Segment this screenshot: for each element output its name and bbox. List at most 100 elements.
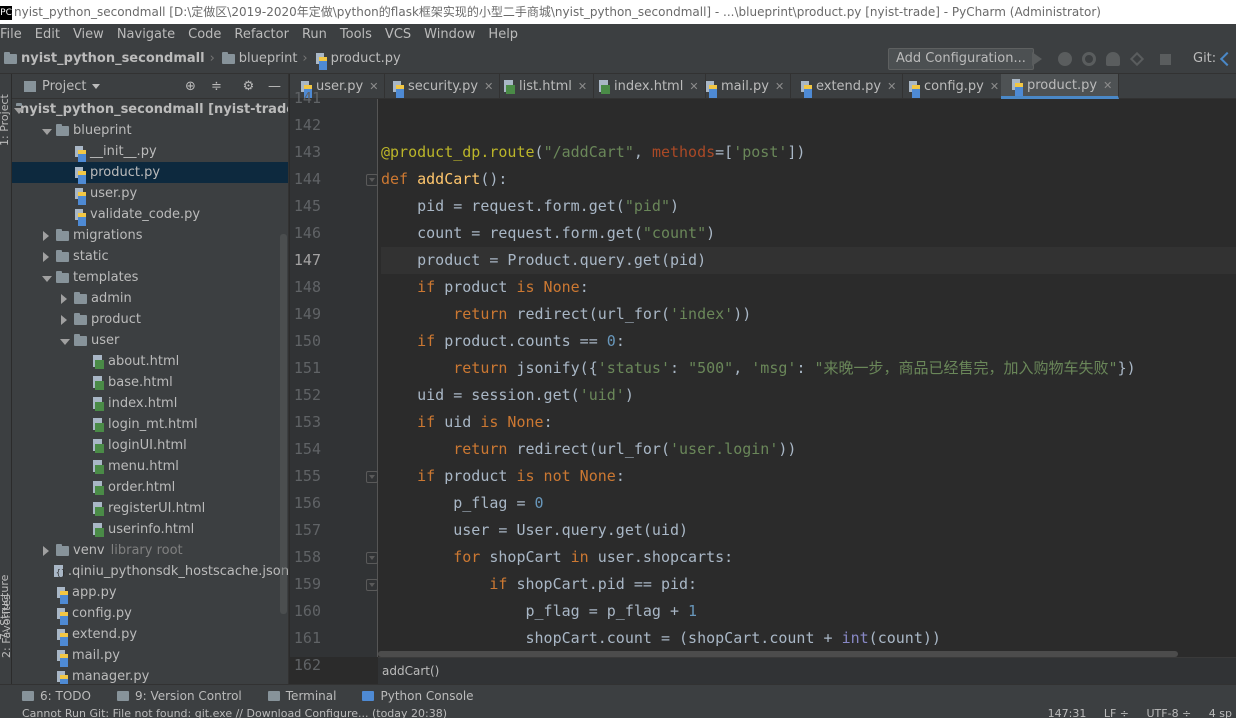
chevron-right-icon[interactable] [40, 545, 52, 557]
close-icon[interactable]: ✕ [887, 80, 896, 93]
tree-item[interactable]: blueprint [12, 120, 288, 141]
chevron-down-icon[interactable] [40, 125, 52, 137]
status-right: 147:31 LF ÷ UTF-8 ÷ 4 sp [1034, 706, 1232, 718]
fold-marker-icon[interactable] [366, 471, 378, 483]
tree-item[interactable]: registerUI.html [12, 498, 288, 519]
chevron-right-icon[interactable] [58, 293, 70, 305]
hide-panel-icon[interactable]: — [268, 80, 281, 93]
python-file-icon [56, 628, 68, 646]
debug-icon[interactable] [1058, 52, 1072, 66]
tree-item[interactable]: menu.html [12, 456, 288, 477]
git-update-icon[interactable] [1219, 51, 1235, 67]
nav-crumb-project[interactable]: nyist_python_secondmall [4, 51, 205, 66]
profile-icon[interactable] [1106, 52, 1120, 66]
tree-item[interactable]: nyist_python_secondmall [nyist-trade]D [12, 99, 288, 120]
close-icon[interactable]: ✕ [369, 80, 378, 93]
file-encoding[interactable]: UTF-8 ÷ [1147, 707, 1192, 718]
menu-vcs[interactable]: VCS [378, 27, 417, 42]
tree-item[interactable]: order.html [12, 477, 288, 498]
close-icon[interactable]: ✕ [775, 80, 784, 93]
tree-item[interactable]: templates [12, 267, 288, 288]
editor-tab[interactable]: security.py ✕ [382, 74, 501, 99]
tree-item[interactable]: product [12, 309, 288, 330]
add-configuration-button[interactable]: Add Configuration... [888, 48, 1034, 70]
tree-item[interactable]: app.py [12, 582, 288, 604]
tree-item[interactable]: extend.py [12, 624, 288, 646]
tree-item[interactable]: config.py [12, 603, 288, 625]
fold-marker-icon[interactable] [366, 552, 378, 564]
editor-tab[interactable]: extend.py ✕ [790, 74, 904, 99]
breadcrumb-function[interactable]: addCart() [382, 664, 439, 678]
gear-icon[interactable]: ⚙ [242, 80, 255, 93]
editor-tab[interactable]: mail.py ✕ [695, 74, 792, 99]
stop-icon[interactable] [1160, 54, 1171, 65]
nav-crumb-file[interactable]: product.py [315, 51, 401, 70]
project-title[interactable]: Project [42, 79, 86, 94]
project-tool-tab[interactable]: 1: Project [0, 94, 11, 146]
tree-item[interactable]: admin [12, 288, 288, 309]
chevron-down-icon[interactable] [92, 83, 101, 89]
tree-item[interactable]: user.py [12, 183, 288, 205]
code-area[interactable]: @product_dp.route("/addCart", methods=['… [381, 99, 1236, 674]
nav-crumb-blueprint[interactable]: blueprint [221, 51, 297, 66]
tree-item[interactable]: manager.py [12, 666, 288, 684]
editor-tab[interactable]: index.html ✕ [588, 74, 706, 99]
fold-marker-icon[interactable] [366, 174, 378, 186]
menu-navigate[interactable]: Navigate [110, 27, 181, 42]
tree-item[interactable]: static [12, 246, 288, 267]
status-message[interactable]: Cannot Run Git: File not found: git.exe … [22, 707, 447, 718]
tree-item[interactable]: migrations [12, 225, 288, 246]
tree-item[interactable]: .qiniu_pythonsdk_hostscache.json [12, 561, 288, 582]
tree-item[interactable]: base.html [12, 372, 288, 393]
close-icon[interactable]: ✕ [484, 80, 493, 93]
build-icon[interactable] [1129, 51, 1145, 67]
tree-item[interactable]: login_mt.html [12, 414, 288, 435]
menu-code[interactable]: Code [181, 27, 227, 42]
terminal-tool-button[interactable]: Terminal [267, 689, 336, 703]
chevron-right-icon[interactable] [40, 230, 52, 242]
line-separator[interactable]: LF ÷ [1104, 707, 1129, 718]
project-scrollbar[interactable] [280, 234, 287, 614]
chevron-down-icon[interactable] [58, 335, 70, 347]
tree-item[interactable]: user [12, 330, 288, 351]
tree-item[interactable]: about.html [12, 351, 288, 372]
chevron-right-icon[interactable] [58, 314, 70, 326]
menu-refactor[interactable]: Refactor [227, 27, 295, 42]
menu-file[interactable]: File [0, 27, 28, 42]
tree-item[interactable]: mail.py [12, 645, 288, 667]
tree-item[interactable]: index.html [12, 393, 288, 414]
locate-file-icon[interactable]: ⊕ [184, 80, 197, 93]
html-file-icon [92, 417, 104, 432]
editor-tab[interactable]: config.py ✕ [898, 74, 1007, 99]
tree-item[interactable]: product.py [12, 162, 288, 184]
run-icon[interactable] [1032, 52, 1042, 66]
tree-item[interactable]: validate_code.py [12, 204, 288, 226]
chevron-right-icon[interactable] [40, 251, 52, 263]
coverage-icon[interactable] [1082, 52, 1096, 66]
menu-edit[interactable]: Edit [28, 27, 66, 42]
indent-setting[interactable]: 4 sp [1209, 707, 1232, 718]
close-icon[interactable]: ✕ [1103, 79, 1112, 92]
menu-tools[interactable]: Tools [333, 27, 378, 42]
tree-item[interactable]: __init__.py [12, 141, 288, 163]
collapse-all-icon[interactable]: ≑ [210, 80, 223, 93]
python-console-tool-button[interactable]: Python Console [362, 689, 474, 703]
menu-run[interactable]: Run [295, 27, 333, 42]
close-icon[interactable]: ✕ [990, 80, 999, 93]
chevron-down-icon[interactable] [40, 272, 52, 284]
tree-item[interactable]: loginUI.html [12, 435, 288, 456]
version-control-tool-button[interactable]: 9: Version Control [116, 689, 242, 703]
tree-item[interactable]: userinfo.html [12, 519, 288, 540]
editor-tab[interactable]: product.py ✕ [1001, 74, 1120, 99]
menu-window[interactable]: Window [417, 27, 481, 42]
html-file-icon [92, 354, 104, 369]
fold-marker-icon[interactable] [366, 579, 378, 591]
menu-help[interactable]: Help [481, 27, 524, 42]
close-icon[interactable]: ✕ [578, 80, 587, 93]
menu-view[interactable]: View [66, 27, 110, 42]
todo-tool-button[interactable]: 6: TODO [22, 689, 91, 703]
tree-item[interactable]: venv library root [12, 540, 288, 561]
editor-tab[interactable]: list.html ✕ [493, 74, 595, 99]
caret-position[interactable]: 147:31 [1048, 707, 1087, 718]
